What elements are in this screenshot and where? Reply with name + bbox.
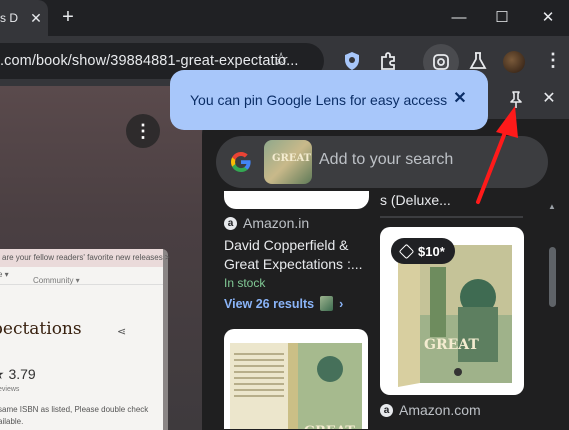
nav-community[interactable]: Community ▾ xyxy=(33,276,80,285)
result-mini-thumbnail xyxy=(320,296,334,311)
page-nav: se ▾ xyxy=(0,267,163,285)
svg-text:GREAT: GREAT xyxy=(304,424,355,429)
view-results-link[interactable]: View 26 results › xyxy=(224,296,343,311)
tab-close-icon[interactable]: ✕ xyxy=(26,8,46,28)
bookmark-star-icon[interactable]: ☆ xyxy=(273,49,289,70)
browser-window: s D ✕ + — ☐ ✕ .com/book/show/39884881-gr… xyxy=(0,0,569,430)
close-side-panel-button[interactable]: ✕ xyxy=(538,88,560,110)
divider xyxy=(380,216,523,218)
tab-title: s D xyxy=(0,11,18,25)
scroll-thumb[interactable] xyxy=(549,247,556,307)
search-image-thumbnail[interactable]: GREAT xyxy=(264,140,312,184)
stock-status: In stock xyxy=(224,276,266,290)
isbn-note-line: same ISBN as listed, Please double check xyxy=(0,405,149,414)
result-title[interactable]: David Copperfield & Great Expectations :… xyxy=(224,236,374,274)
result-title-fragment: s (Deluxe... xyxy=(380,192,451,208)
amazon-icon: a xyxy=(380,403,393,417)
more-options-button[interactable]: ⋮ xyxy=(126,114,160,148)
nav-browse[interactable]: se ▾ xyxy=(0,270,9,279)
source-name: Amazon.com xyxy=(399,402,481,418)
new-tab-button[interactable]: + xyxy=(57,6,79,28)
profile-avatar[interactable] xyxy=(503,51,525,73)
price-label: $10* xyxy=(418,243,445,259)
price-badge: $10* xyxy=(391,238,455,264)
toast-close-button[interactable]: ✕ xyxy=(449,88,471,110)
thumbnail-title: GREAT xyxy=(272,153,312,164)
lens-results-area: GREAT Add to your search s (Deluxe... a … xyxy=(202,119,569,430)
page-banner[interactable]: are your fellow readers' favorite new re… xyxy=(0,249,170,267)
google-lens-icon xyxy=(433,54,449,70)
price-tag-icon xyxy=(398,243,415,259)
result-card-partial-right[interactable]: s (Deluxe... xyxy=(380,192,523,220)
result-source: a Amazon.com xyxy=(380,402,481,418)
reviews-count: eviews xyxy=(0,386,20,393)
result-image-card[interactable]: GREAT xyxy=(224,329,368,429)
pin-lens-toast: You can pin Google Lens for easy access … xyxy=(170,70,488,130)
chevron-right-icon: › xyxy=(339,296,344,311)
results-scrollbar[interactable]: ▲ xyxy=(547,202,557,430)
amazon-icon: a xyxy=(224,216,237,230)
url-text[interactable]: .com/book/show/39884881-great-expectatio… xyxy=(0,53,299,69)
lens-search-bar[interactable]: GREAT Add to your search xyxy=(216,136,548,188)
source-name: Amazon.in xyxy=(243,215,310,231)
tab-strip: s D ✕ + — ☐ ✕ xyxy=(0,0,569,36)
result-source: a Amazon.in xyxy=(224,215,309,231)
result-card-partial[interactable] xyxy=(224,191,369,209)
svg-text:GREAT: GREAT xyxy=(424,337,479,353)
pin-icon[interactable] xyxy=(503,87,529,113)
search-placeholder[interactable]: Add to your search xyxy=(319,151,453,169)
isbn-note: same ISBN as listed, Please double check… xyxy=(0,404,148,428)
result-image-card[interactable]: GREAT $10* xyxy=(380,227,524,395)
maximize-button[interactable]: ☐ xyxy=(487,4,517,32)
view-results-label: View 26 results xyxy=(224,296,315,311)
page-screenshot: are your fellow readers' favorite new re… xyxy=(0,249,170,430)
browser-menu-icon[interactable]: ⋮ xyxy=(544,50,562,71)
active-tab[interactable]: s D ✕ xyxy=(0,0,48,36)
google-g-icon xyxy=(231,152,251,172)
scroll-up-icon[interactable]: ▲ xyxy=(548,202,556,211)
book-title: pectations xyxy=(0,319,82,339)
book-cover-image: GREAT xyxy=(230,343,362,429)
window-close-button[interactable]: ✕ xyxy=(533,4,563,32)
web-page: ⋮ are your fellow readers' favorite new … xyxy=(0,86,202,430)
book-rating: ★ 3.79 xyxy=(0,366,36,382)
share-icon[interactable]: ⋖ xyxy=(117,325,126,338)
lens-side-panel: GREAT Add to your search s (Deluxe... a … xyxy=(202,86,569,430)
isbn-note-line: ailable. xyxy=(0,417,24,426)
minimize-button[interactable]: — xyxy=(444,4,474,32)
toast-message: You can pin Google Lens for easy access xyxy=(190,92,448,108)
